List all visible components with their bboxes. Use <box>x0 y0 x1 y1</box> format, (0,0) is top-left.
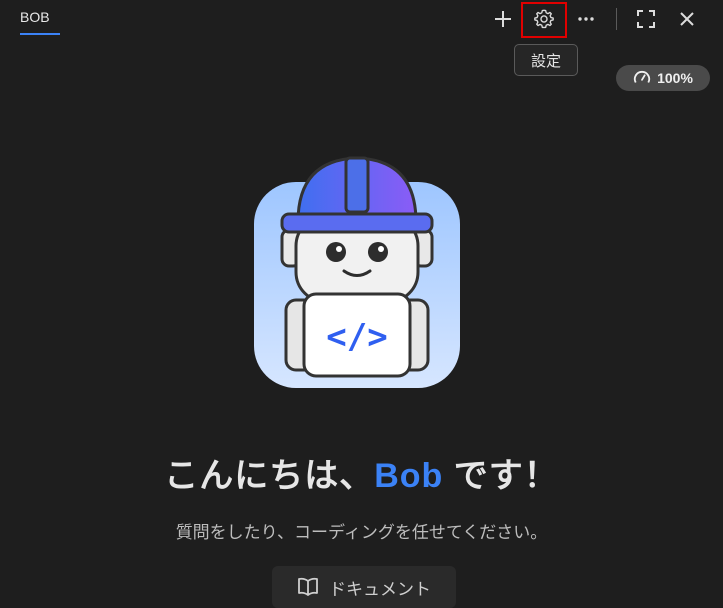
greeting-name: Bob <box>374 457 444 495</box>
subtitle: 質問をしたり、コーディングを任せてください。 <box>175 523 548 542</box>
toolbar-divider <box>616 8 617 30</box>
greeting-suffix: です！ <box>443 457 559 495</box>
gear-icon[interactable] <box>531 6 557 32</box>
tab-bob[interactable]: BOB <box>20 9 50 25</box>
speed-indicator[interactable]: 100% <box>616 65 710 91</box>
plus-icon[interactable] <box>490 6 516 32</box>
greeting-prefix: こんにちは、 <box>164 457 375 495</box>
speed-value: 100% <box>657 70 693 86</box>
tooltip-text: 設定 <box>530 52 561 70</box>
documentation-button[interactable]: ドキュメント <box>272 566 456 608</box>
top-bar: BOB <box>0 0 723 40</box>
tab-label: BOB <box>20 9 50 25</box>
more-icon[interactable] <box>573 6 599 32</box>
active-tab-indicator <box>20 33 60 35</box>
book-icon <box>298 577 318 596</box>
bob-mascot-logo: </> <box>254 156 460 388</box>
svg-text:</>: </> <box>326 317 387 357</box>
close-icon[interactable] <box>674 6 700 32</box>
fullscreen-icon[interactable] <box>633 6 659 32</box>
gauge-icon <box>634 70 651 83</box>
documentation-label: ドキュメント <box>329 579 431 599</box>
settings-tooltip: 設定 <box>514 44 578 76</box>
greeting-heading: こんにちは、Bob です！ <box>0 448 723 497</box>
